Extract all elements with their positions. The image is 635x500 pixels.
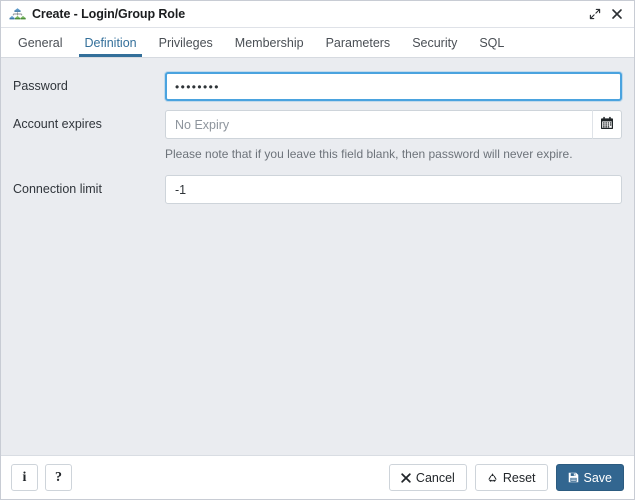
close-icon[interactable]: [606, 3, 628, 25]
help-button[interactable]: ?: [45, 464, 72, 491]
account-expires-input[interactable]: [165, 110, 592, 139]
dialog-footer: i ? Cancel Reset Save: [1, 455, 634, 499]
calendar-icon: [600, 116, 614, 133]
password-row: Password: [13, 72, 622, 101]
tab-label: Definition: [84, 35, 137, 50]
tab-general[interactable]: General: [7, 28, 73, 57]
tab-label: SQL: [479, 35, 505, 50]
account-expires-input-group: [165, 110, 622, 139]
tab-parameters[interactable]: Parameters: [315, 28, 402, 57]
password-label: Password: [13, 79, 68, 93]
tab-label: Privileges: [158, 35, 213, 50]
save-button-label: Save: [583, 470, 613, 485]
tab-definition[interactable]: Definition: [73, 28, 147, 57]
password-expiry-note: Please note that if you leave this field…: [165, 147, 573, 161]
reset-button-label: Reset: [502, 470, 536, 485]
close-x-icon: [401, 472, 411, 483]
definition-panel: Password Account expires: [1, 58, 634, 455]
connection-limit-field-wrap: [165, 175, 622, 205]
tab-bar: General Definition Privileges Membership…: [1, 28, 634, 58]
tab-label: Parameters: [325, 35, 391, 50]
group-role-icon: [9, 6, 26, 22]
account-expires-label: Account expires: [13, 117, 102, 131]
calendar-picker-button[interactable]: [592, 110, 622, 139]
dialog-titlebar: Create - Login/Group Role: [1, 1, 634, 28]
info-button[interactable]: i: [11, 464, 38, 491]
connection-limit-label: Connection limit: [13, 182, 102, 197]
cancel-button[interactable]: Cancel: [388, 464, 467, 491]
reset-button[interactable]: Reset: [474, 464, 548, 491]
maximize-icon[interactable]: [584, 3, 606, 25]
tab-security[interactable]: Security: [401, 28, 468, 57]
create-login-group-role-dialog: Create - Login/Group Role General Defini…: [0, 0, 635, 500]
dialog-title: Create - Login/Group Role: [32, 7, 186, 21]
password-field-wrap: [165, 72, 622, 101]
tab-privileges[interactable]: Privileges: [148, 28, 224, 57]
account-expires-row: Account expires: [13, 110, 622, 139]
connection-limit-row: Connection limit: [13, 175, 622, 205]
footer-left-group: i ?: [11, 464, 72, 491]
tab-label: General: [18, 35, 63, 50]
password-input[interactable]: [165, 72, 622, 101]
tab-label: Security: [412, 35, 458, 50]
save-floppy-icon: [568, 472, 579, 483]
save-button[interactable]: Save: [555, 464, 624, 491]
tab-membership[interactable]: Membership: [224, 28, 315, 57]
tab-label: Membership: [234, 35, 304, 50]
footer-right-group: Cancel Reset Save: [388, 464, 624, 491]
connection-limit-input[interactable]: [165, 175, 622, 205]
account-expires-field-wrap: [165, 110, 622, 139]
cancel-button-label: Cancel: [415, 470, 455, 485]
recycle-icon: [487, 472, 498, 483]
tab-sql[interactable]: SQL: [468, 28, 515, 57]
